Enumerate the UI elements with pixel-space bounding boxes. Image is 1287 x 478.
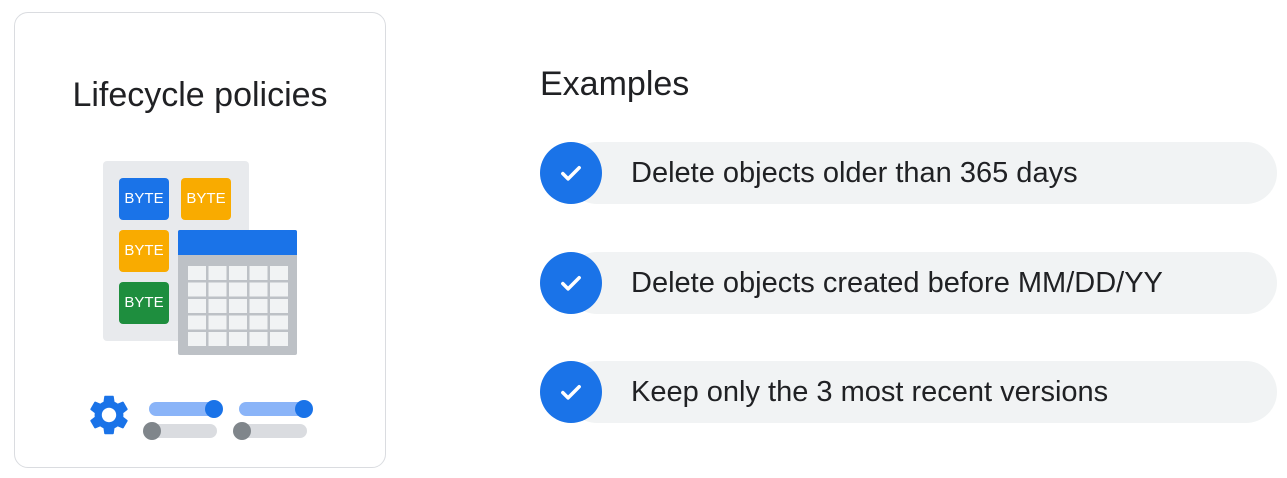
gear-icon: [90, 395, 128, 435]
table-icon: [178, 230, 297, 355]
byte-block-yellow: BYTE: [119, 230, 169, 272]
byte-block-yellow: BYTE: [181, 178, 231, 220]
check-icon: [540, 142, 602, 204]
table-grid: [188, 266, 288, 346]
lifecycle-policies-card: Lifecycle policies BYTE BYTE BYTE BYTE: [14, 12, 386, 468]
toggle-slider-icon: [233, 396, 313, 446]
table-header-bar: [178, 230, 297, 255]
byte-block-blue: BYTE: [119, 178, 169, 220]
check-icon: [540, 252, 602, 314]
example-item: Keep only the 3 most recent versions: [540, 361, 1277, 423]
check-icon: [540, 361, 602, 423]
slider-knob-inactive: [233, 422, 251, 440]
example-item: Delete objects created before MM/DD/YY: [540, 252, 1277, 314]
example-text: Delete objects created before MM/DD/YY: [631, 267, 1163, 299]
byte-block-green: BYTE: [119, 282, 169, 324]
settings-controls: [85, 391, 325, 451]
slider-knob-active: [205, 400, 223, 418]
card-title: Lifecycle policies: [72, 76, 328, 114]
example-text: Keep only the 3 most recent versions: [631, 376, 1109, 408]
slider-knob-inactive: [143, 422, 161, 440]
storage-illustration: BYTE BYTE BYTE BYTE: [103, 161, 303, 361]
example-item: Delete objects older than 365 days: [540, 142, 1277, 204]
example-text: Delete objects older than 365 days: [631, 157, 1078, 189]
slider-knob-active: [295, 400, 313, 418]
toggle-slider-icon: [143, 396, 223, 446]
examples-heading: Examples: [540, 65, 690, 103]
